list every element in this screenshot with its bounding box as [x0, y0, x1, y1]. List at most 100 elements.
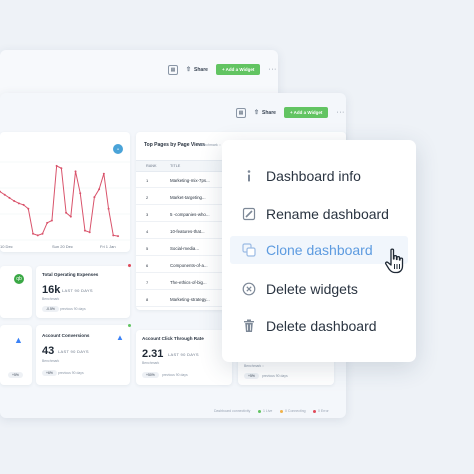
x-tick-label: 10 Dec [0, 244, 13, 249]
metric-period: LAST 90 DAYS [58, 349, 89, 354]
metric-previous: previous 90 days [262, 374, 288, 378]
data-point [93, 196, 96, 199]
menu-item-delete-dashboard[interactable]: Delete dashboard [230, 312, 408, 340]
info-icon [240, 169, 258, 183]
share-button[interactable]: ⇧ Share [186, 66, 208, 74]
data-point [83, 229, 86, 232]
title-cell: 5 -companies-who... [170, 212, 210, 217]
metric-badge: +5% [8, 372, 23, 378]
trash-icon [240, 319, 258, 333]
rank-cell: 1 [146, 178, 149, 183]
metric-previous: previous 90 days [162, 373, 188, 377]
title-column-header: TITLE [170, 164, 181, 168]
data-point [22, 203, 25, 206]
title-cell: Market-targeting... [170, 195, 206, 200]
menu-item-rename-dashboard[interactable]: Rename dashboard [230, 200, 408, 228]
metric-period: LAST 90 DAYS [62, 288, 93, 293]
back-toolbar: ▦ ⇧ Share + Add a Widget ··· [168, 64, 277, 75]
rank-cell: 4 [146, 229, 149, 234]
share-icon: ⇧ [186, 67, 192, 73]
metric-sub: Benchmark [42, 359, 60, 363]
top-pages-title: Top Pages by Page Views [144, 142, 205, 148]
pencil-icon [240, 207, 258, 221]
data-point [32, 232, 35, 235]
google-ads-icon: ▲ [116, 333, 124, 342]
data-point [13, 200, 16, 202]
metric-sub: Benchmark [142, 361, 160, 365]
data-point [88, 231, 91, 234]
title-cell: Marketing-strategy... [170, 297, 210, 302]
metric-title: Total Operating Expenses [42, 272, 99, 277]
metric-card-operating-expenses: Total Operating Expenses 16k LAST 90 DAY… [36, 266, 130, 318]
rank-cell: 6 [146, 263, 149, 268]
add-widget-button[interactable]: + Add a Widget [215, 64, 261, 75]
rank-cell: 2 [146, 195, 149, 200]
metric-title: Account Click Through Rate [142, 336, 204, 341]
series-line [0, 165, 119, 237]
data-point [50, 219, 53, 222]
menu-item-dashboard-info[interactable]: Dashboard info [230, 162, 408, 190]
metric-period: LAST 90 DAYS [168, 352, 199, 357]
metric-previous: previous 90 days [60, 307, 86, 311]
rank-cell: 8 [146, 297, 149, 302]
status-dot-error [313, 410, 316, 413]
x-tick-label: Sun 20 Dec [52, 244, 73, 249]
connectivity-label: Dashboard connectivity [214, 409, 251, 413]
rank-cell: 7 [146, 280, 149, 285]
metric-card-click-through-rate: Account Click Through Rate 2.31 LAST 90 … [136, 330, 232, 385]
metric-sub: Benchmark :: [244, 364, 264, 368]
data-point [69, 215, 72, 218]
metric-title: Account Conversions [42, 333, 90, 338]
data-point [41, 232, 44, 235]
title-cell: 10-features-that... [170, 229, 205, 234]
data-point [112, 234, 115, 237]
menu-item-clone-dashboard[interactable]: Clone dashboard [230, 236, 408, 264]
data-point [107, 207, 110, 210]
data-point [46, 221, 49, 224]
calendar-icon[interactable]: ▦ [168, 64, 178, 75]
quickbooks-icon: qb [14, 274, 24, 284]
calendar-icon[interactable]: ▦ [236, 107, 246, 118]
connectivity-footer: Dashboard connectivity 1 Live 0 Connecti… [0, 405, 346, 418]
metric-badge: -0.5% [42, 306, 59, 312]
connectivity-error: 0 Error [318, 409, 329, 413]
left-metric-card: qb [0, 266, 32, 318]
share-icon: ⇧ [254, 110, 260, 116]
data-point [74, 170, 77, 173]
more-options-icon[interactable]: ··· [336, 109, 345, 116]
data-point [98, 188, 101, 191]
title-cell: The-ethics-of-big... [170, 280, 207, 285]
data-point [55, 164, 58, 167]
clone-icon [240, 243, 258, 257]
google-ads-icon: ▲ [14, 335, 23, 345]
data-point [27, 207, 30, 210]
data-point [117, 235, 119, 238]
top-pages-subtitle: Benchmark :: [200, 143, 221, 147]
line-chart [0, 161, 130, 241]
metric-previous: previous 90 days [58, 371, 84, 375]
line-chart-card: ● 10 Dec Sun 20 Dec Fri 1 Jan [0, 132, 130, 252]
x-tick-label: Fri 1 Jan [100, 244, 116, 249]
add-widget-button[interactable]: + Add a Widget [283, 107, 329, 118]
metric-value: 16k [42, 284, 61, 296]
metric-value: 2.31 [142, 348, 164, 360]
data-point [8, 196, 11, 199]
metric-sub: Benchmark [42, 297, 60, 301]
menu-item-delete-widgets[interactable]: Delete widgets [230, 275, 408, 303]
data-point [17, 202, 20, 205]
metric-card-account-conversions: Account Conversions ▲ 43 LAST 90 DAYS Be… [36, 325, 130, 385]
share-button[interactable]: ⇧ Share [254, 109, 276, 117]
metric-value: 43 [42, 345, 55, 357]
title-cell: Social-media... [170, 246, 200, 251]
more-options-icon[interactable]: ··· [268, 66, 277, 73]
close-circle-icon [240, 282, 258, 296]
status-dot-ok [128, 324, 131, 327]
status-dot-ok [258, 410, 261, 413]
title-cell: Marketing-mix-7ps... [170, 178, 210, 183]
connectivity-connecting: 0 Connecting [285, 409, 306, 413]
status-dot-warn [280, 410, 283, 413]
data-point [79, 192, 82, 195]
rank-cell: 5 [146, 246, 149, 251]
data-point [65, 211, 68, 214]
data-point [60, 167, 63, 170]
